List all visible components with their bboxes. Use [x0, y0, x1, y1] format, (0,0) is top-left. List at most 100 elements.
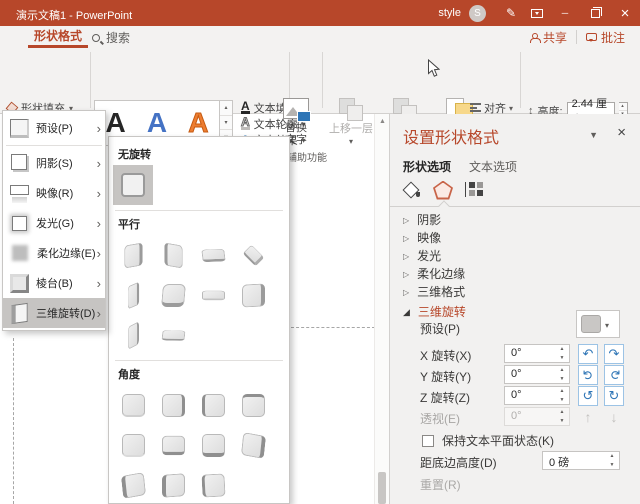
inking-icon[interactable] — [498, 0, 524, 26]
rotation-preset-a-side-bottom[interactable] — [153, 425, 193, 465]
bevel-icon — [10, 274, 29, 293]
fill-line-tab-icon[interactable] — [403, 182, 419, 198]
submenu-arrow-icon — [97, 186, 101, 201]
rotation-preset-p-narrow-left[interactable] — [113, 275, 153, 315]
rotation-preset-v-none[interactable] — [113, 165, 153, 205]
rotation-preset-p-iso-left[interactable] — [113, 235, 153, 275]
gallery-divider — [115, 210, 283, 211]
perspective-rotate-right-button — [604, 407, 624, 427]
minimize-button[interactable] — [550, 0, 580, 26]
y-rotation-stepper[interactable]: ▲▼ — [556, 366, 568, 383]
effects-menu-item-preset[interactable]: 预设(P) — [3, 113, 105, 143]
effects-menu-item-3d-rotation[interactable]: 三维旋转(D) — [3, 298, 105, 328]
rotation-preset-a-side-bottom2[interactable] — [193, 425, 233, 465]
rotation-preset-a-plain[interactable] — [113, 385, 153, 425]
title-bar-controls: style S — [438, 0, 640, 26]
panel-options-icon[interactable]: ▼ — [589, 130, 598, 140]
rotation-preset-a-side-right[interactable] — [153, 385, 193, 425]
z-rotate-left-button[interactable] — [578, 386, 598, 406]
rotation-preset-p-iso-right[interactable] — [153, 235, 193, 275]
scroll-up-icon[interactable]: ▲ — [375, 118, 390, 125]
rotation-preset-a-side-top[interactable] — [233, 385, 273, 425]
effects-menu-item-bevel[interactable]: 棱台(B) — [3, 268, 105, 298]
slide-scrollbar[interactable]: ▲ — [374, 114, 389, 504]
rotation-preset-p-diamond[interactable] — [233, 235, 273, 275]
comments-button[interactable]: 批注 — [577, 26, 634, 48]
z-rotate-right-button[interactable] — [604, 386, 624, 406]
align-button[interactable]: 对齐 — [470, 100, 513, 115]
effects-menu-item-shadow[interactable]: 阴影(S) — [3, 148, 105, 178]
reflection-icon — [10, 185, 29, 195]
panel-section-3d-rotation[interactable]: 三维旋转 — [403, 302, 466, 320]
effects-tab-icon[interactable] — [433, 181, 453, 200]
cube-icon — [120, 472, 145, 499]
gallery-divider — [115, 360, 283, 361]
panel-section-3d-format[interactable]: 三维格式 — [403, 282, 465, 300]
style-addin-label[interactable]: style — [438, 7, 461, 19]
gallery-down-button[interactable] — [220, 116, 232, 131]
rotation-preset-a-tilt-right[interactable] — [233, 425, 273, 465]
reset-button[interactable]: 重置(R) — [420, 476, 461, 493]
panel-section-shadow[interactable]: 阴影 — [403, 210, 441, 228]
bring-forward-button[interactable]: 上移一层 — [324, 98, 378, 160]
effects-menu-item-glow[interactable]: 发光(G) — [3, 208, 105, 238]
cube-icon — [202, 394, 225, 417]
scrollbar-thumb[interactable] — [378, 472, 386, 504]
restore-button[interactable] — [580, 0, 610, 26]
tab-shape-format[interactable]: 形状格式 — [28, 26, 88, 48]
rotation-preset-a-side-left3[interactable] — [193, 465, 233, 504]
panel-section-soft-edges[interactable]: 柔化边缘 — [403, 264, 465, 282]
cube-icon — [201, 473, 225, 497]
rotation-preset-p-front-tilt[interactable] — [153, 275, 193, 315]
keep-text-flat-checkbox[interactable] — [422, 435, 434, 447]
x-rotation-stepper[interactable]: ▲▼ — [556, 345, 568, 362]
close-button[interactable] — [610, 0, 640, 26]
preset-dropdown[interactable] — [576, 310, 620, 338]
keep-text-flat-label: 保持文本平面状态(K) — [442, 432, 554, 449]
z-rotation-label: Z 旋转(Z) — [420, 389, 470, 406]
group-label-accessibility: 辅助功能 — [287, 149, 327, 164]
distance-stepper[interactable]: ▲▼ — [606, 452, 618, 469]
rotation-preset-a-side-left2[interactable] — [153, 465, 193, 504]
panel-tab-text-options[interactable]: 文本选项 — [469, 158, 517, 175]
gallery-up-button[interactable] — [220, 101, 232, 116]
chevron-down-icon — [509, 102, 513, 114]
panel-tab-shape-options[interactable]: 形状选项 — [403, 158, 451, 175]
cube-icon — [127, 321, 138, 350]
rotation-preset-p-flat-low[interactable] — [193, 275, 233, 315]
submenu-arrow-icon — [97, 246, 101, 261]
rotation-preset-a-side-left[interactable] — [193, 385, 233, 425]
panel-section-label: 发光 — [417, 247, 441, 264]
cube-icon — [162, 435, 185, 455]
menu-item-label: 映像(R) — [36, 185, 97, 201]
size-properties-tab-icon[interactable] — [467, 182, 483, 198]
rotation-preset-p-side-right[interactable] — [233, 275, 273, 315]
x-rotate-right-button[interactable] — [604, 344, 624, 364]
effects-menu-item-soft-edges[interactable]: 柔化边缘(E) — [3, 238, 105, 268]
preset-swatch — [581, 315, 601, 333]
rotation-preset-a-tilt-left[interactable] — [113, 465, 153, 504]
effects-menu-item-reflection[interactable]: 映像(R) — [3, 178, 105, 208]
shadow-icon — [11, 154, 27, 170]
search-label: 搜索 — [106, 29, 130, 46]
y-rotate-right-button[interactable] — [604, 365, 624, 385]
y-rotate-left-button[interactable] — [578, 365, 598, 385]
panel-close-icon[interactable]: × — [617, 124, 626, 141]
search-box[interactable]: 搜索 — [92, 29, 130, 46]
x-rotate-left-button[interactable] — [578, 344, 598, 364]
menu-item-label: 发光(G) — [36, 215, 97, 231]
placeholder-dashed-border-vertical — [13, 338, 14, 504]
cube-icon — [242, 394, 265, 417]
panel-section-reflection[interactable]: 映像 — [403, 228, 441, 246]
cube-icon — [122, 434, 145, 457]
rotation-preset-a-plain2[interactable] — [113, 425, 153, 465]
z-rotation-stepper[interactable]: ▲▼ — [556, 387, 568, 404]
rotation-preset-p-flat-top2[interactable] — [153, 315, 193, 355]
panel-section-label: 三维格式 — [417, 283, 465, 300]
ribbon-display-options-icon[interactable] — [524, 0, 550, 26]
user-avatar-badge[interactable]: S — [469, 5, 486, 22]
panel-section-glow[interactable]: 发光 — [403, 246, 441, 264]
rotation-preset-p-flat-top[interactable] — [193, 235, 233, 275]
share-button[interactable]: 共享 — [521, 26, 576, 48]
rotation-preset-p-narrow-left2[interactable] — [113, 315, 153, 355]
